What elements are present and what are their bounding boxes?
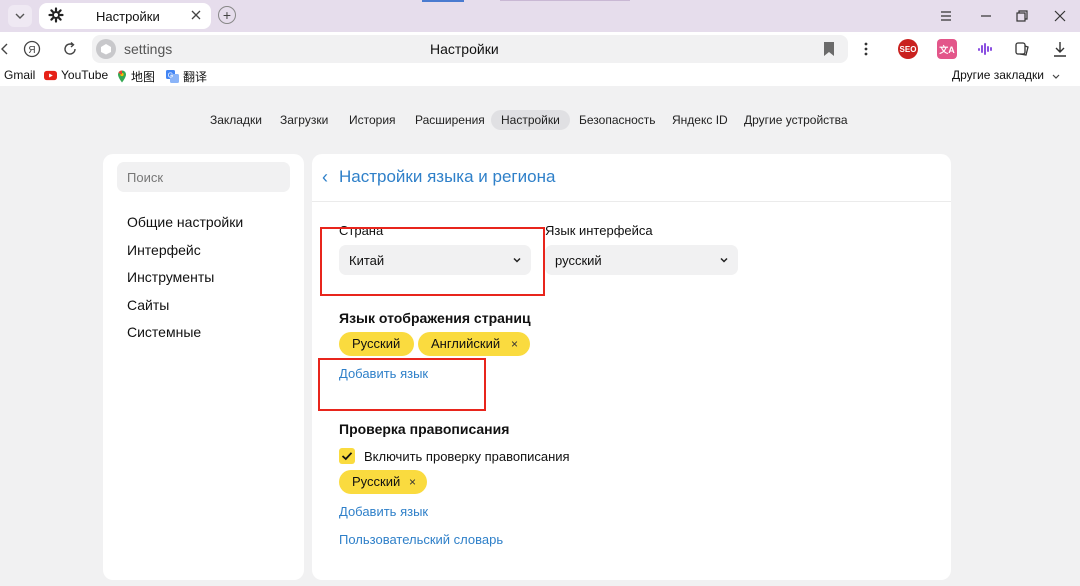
- ui-language-label: Язык интерфейса: [545, 223, 653, 238]
- annotation-box-add-language: [318, 358, 486, 411]
- youtube-icon: [44, 70, 57, 80]
- tab-close-icon[interactable]: [190, 9, 202, 21]
- language-chip-english[interactable]: Английский ×: [418, 332, 530, 356]
- collections-icon[interactable]: [1012, 39, 1032, 59]
- nav-extensions[interactable]: Расширения: [405, 110, 495, 130]
- new-tab-button[interactable]: +: [218, 6, 236, 24]
- nav-history[interactable]: История: [339, 110, 406, 130]
- minimize-icon[interactable]: [976, 6, 996, 26]
- site-info-icon[interactable]: [96, 39, 116, 59]
- nav-yandex-id[interactable]: Яндекс ID: [662, 110, 738, 130]
- spellcheck-add-language-link[interactable]: Добавить язык: [339, 504, 428, 519]
- bookmark-maps[interactable]: 地图: [117, 68, 155, 85]
- language-chip-russian[interactable]: Русский: [339, 332, 414, 356]
- gear-icon: [48, 7, 64, 23]
- plus-icon: +: [222, 7, 232, 23]
- spellcheck-label: Включить проверку правописания: [364, 449, 570, 464]
- settings-nav: Закладки Загрузки История Расширения Нас…: [0, 108, 1080, 132]
- address-url: settings: [124, 41, 173, 57]
- nav-other-devices[interactable]: Другие устройства: [734, 110, 858, 130]
- tab-title: Настройки: [96, 9, 160, 24]
- bookmark-gmail[interactable]: Gmail: [4, 68, 35, 82]
- sidebar-item-general[interactable]: Общие настройки: [127, 214, 243, 230]
- translate-icon: G: [166, 70, 179, 83]
- panel-header: ‹ Настройки языка и региона: [312, 154, 951, 202]
- nav-bookmarks[interactable]: Закладки: [200, 110, 272, 130]
- spellcheck-checkbox[interactable]: [339, 448, 355, 464]
- annotation-box-country: [320, 227, 545, 296]
- nav-security[interactable]: Безопасность: [569, 110, 666, 130]
- more-icon[interactable]: [856, 39, 876, 59]
- remove-icon[interactable]: ×: [511, 332, 518, 356]
- sidebar-item-system[interactable]: Системные: [127, 324, 201, 340]
- yandex-icon[interactable]: Я: [22, 39, 42, 59]
- custom-dictionary-link[interactable]: Пользовательский словарь: [339, 532, 503, 547]
- seo-extension-icon[interactable]: SEO: [898, 39, 918, 59]
- audio-wave-icon[interactable]: [975, 39, 995, 59]
- close-window-icon[interactable]: [1050, 6, 1070, 26]
- tab-settings[interactable]: Настройки: [39, 3, 211, 29]
- bookmark-translate[interactable]: G 翻译: [166, 68, 207, 85]
- svg-text:G: G: [168, 73, 173, 80]
- download-icon[interactable]: [1050, 39, 1070, 59]
- back-chevron-icon[interactable]: ‹: [322, 168, 336, 186]
- other-bookmarks-folder[interactable]: Другие закладки: [952, 68, 1060, 82]
- bookmarks-bar: Gmail YouTube 地图 G 翻译 Другие закладки: [0, 66, 1080, 86]
- page-languages-title: Язык отображения страниц: [339, 310, 531, 326]
- nav-downloads[interactable]: Загрузки: [270, 110, 338, 130]
- tab-accent-line: [422, 0, 464, 2]
- sidebar-item-interface[interactable]: Интерфейс: [127, 242, 201, 258]
- back-icon[interactable]: [0, 39, 10, 59]
- spellcheck-title: Проверка правописания: [339, 421, 510, 437]
- checkmark-icon: [341, 452, 353, 461]
- nav-settings[interactable]: Настройки: [491, 110, 570, 130]
- ui-language-value: русский: [555, 253, 602, 268]
- spellcheck-chip-russian[interactable]: Русский ×: [339, 470, 427, 494]
- menu-icon[interactable]: [936, 6, 956, 26]
- svg-text:Я: Я: [28, 45, 35, 56]
- tab-list-button[interactable]: [8, 5, 32, 27]
- reload-icon[interactable]: [60, 39, 80, 59]
- tab-strip: Настройки +: [0, 0, 1080, 32]
- address-bar[interactable]: settings Настройки: [92, 35, 848, 63]
- sidebar-item-tools[interactable]: Инструменты: [127, 269, 214, 285]
- bookmark-icon[interactable]: [822, 41, 836, 57]
- restore-icon[interactable]: [1012, 6, 1032, 26]
- chevron-down-icon: [1052, 74, 1060, 79]
- remove-icon[interactable]: ×: [409, 470, 416, 494]
- ui-language-select[interactable]: русский: [545, 245, 738, 275]
- toolbar: Я settings Настройки SEO 文A: [0, 32, 1080, 66]
- chevron-down-icon: [720, 257, 728, 263]
- bookmark-youtube[interactable]: YouTube: [44, 68, 108, 82]
- search-input[interactable]: [117, 162, 290, 192]
- tab-accent-line: [500, 0, 630, 1]
- page-title: Настройки языка и региона: [339, 167, 556, 186]
- settings-sidebar: Общие настройки Интерфейс Инструменты Са…: [103, 154, 304, 580]
- chevron-down-icon: [15, 13, 25, 19]
- sidebar-item-sites[interactable]: Сайты: [127, 297, 169, 313]
- translate-extension-icon[interactable]: 文A: [937, 39, 957, 59]
- address-page-title: Настройки: [430, 41, 499, 57]
- maps-pin-icon: [118, 70, 126, 83]
